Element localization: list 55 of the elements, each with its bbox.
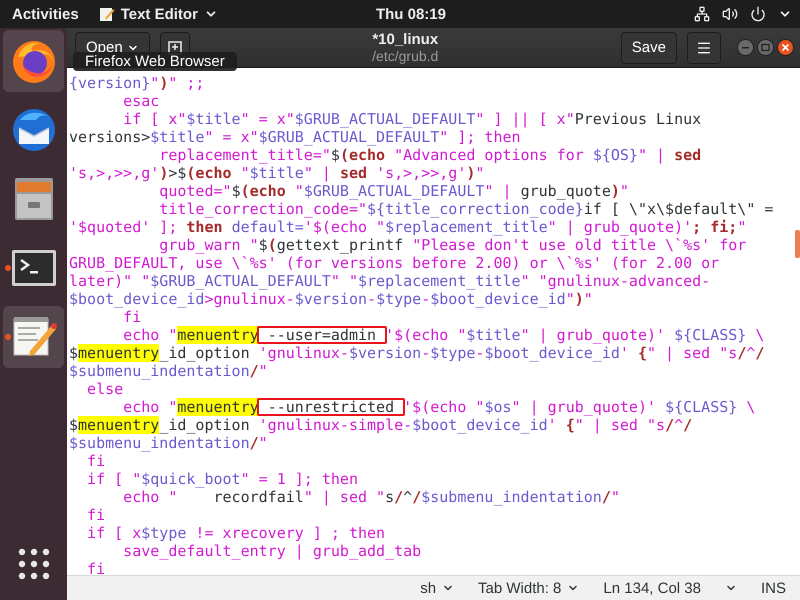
volume-icon[interactable]	[722, 6, 738, 22]
code-line: $menuentry_id_option 'gnulinux-simple-$boot_device_id' {" | sed "s/^/	[69, 416, 694, 434]
scrollbar[interactable]	[795, 230, 800, 258]
language-selector[interactable]: sh	[420, 580, 454, 596]
minimize-button[interactable]	[737, 39, 754, 56]
window-title: *10_linux	[372, 32, 438, 48]
code-line: versions>$title" = x"$GRUB_ACTUAL_DEFAULT" ]; then	[69, 128, 522, 146]
code-line: title_correction_code="${title_correction_code}if [ \"x\$default\" =	[158, 200, 774, 218]
code-line: fi	[86, 560, 106, 575]
app-menu[interactable]: Text Editor	[98, 6, 218, 22]
close-button[interactable]	[777, 39, 794, 56]
code-line: quoted="$(echo "$GRUB_ACTUAL_DEFAULT" | grub_quote)"	[158, 182, 630, 200]
insert-mode[interactable]: INS	[760, 580, 786, 596]
code-line: $submenu_indentation/"	[69, 362, 269, 380]
code-line: save_default_entry | grub_add_tab	[122, 542, 422, 560]
file-path: /etc/grub.d	[372, 48, 438, 64]
menu-button[interactable]	[687, 32, 721, 64]
code-line: {version}")" ;;	[69, 74, 206, 92]
code-line: grub_warn "$(gettext_printf "Please don't use old title \`%s' for	[158, 236, 748, 254]
dock-item[interactable]	[3, 306, 64, 368]
file-cabinet-icon	[12, 176, 54, 222]
code-line: esac	[122, 92, 160, 110]
code-line: fi	[86, 506, 106, 524]
tooltip: Firefox Web Browser	[73, 52, 237, 71]
notepad-icon	[98, 6, 115, 22]
close-icon	[781, 43, 790, 52]
dock-item[interactable]	[3, 30, 64, 92]
terminal-icon	[10, 249, 56, 287]
code-line: later)" "$GRUB_ACTUAL_DEFAULT" "$replacement_title" "gnulinux-advanced-	[69, 272, 712, 290]
code-line: '$quoted' ]; then default='$(echo "$replacement_title" | grub_quote)'; fi;"	[69, 218, 748, 236]
code-line: 's,>,>>,g')>$(echo "$title" | sed 's,>,>>,g')"	[69, 164, 486, 182]
cursor-position[interactable]: Ln 134, Col 38	[603, 580, 701, 596]
network-icon[interactable]	[694, 6, 710, 22]
maximize-icon	[761, 43, 770, 52]
code-line: echo "menuentry --unrestricted '$(echo "$os" | grub_quote)' ${CLASS} \	[122, 398, 756, 416]
code-line: else	[86, 380, 124, 398]
code-line: echo " recordfail" | sed "s/^/$submenu_indentation/"	[122, 488, 621, 506]
app-grid-icon[interactable]	[18, 548, 50, 580]
code-line: $menuentry_id_option 'gnulinux-$version-$type-$boot_device_id' {" | sed "s/^/	[69, 344, 766, 362]
code-line: if [ "$quick_boot" = 1 ]; then	[86, 470, 359, 488]
code-line: if [ x"$title" = x"$GRUB_ACTUAL_DEFAULT" ] || [ x"Previous Linux	[122, 110, 702, 128]
code-line: $submenu_indentation/"	[69, 434, 269, 452]
save-button[interactable]: Save	[620, 32, 677, 64]
clock[interactable]: Thu 08:19	[218, 6, 694, 22]
code-line: if [ x$type != xrecovery ] ; then	[86, 524, 386, 542]
code-line: GRUB_DEFAULT, use \`%s' (for versions before 2.00) or \`%s' (for 2.00 or	[69, 254, 720, 272]
code-line: fi	[86, 452, 106, 470]
code-line: echo "menuentry --user=admin '$(echo "$title" | grub_quote)' ${CLASS} \	[122, 326, 766, 344]
tab-width-selector[interactable]: Tab Width: 8	[478, 580, 580, 596]
code-line: fi	[122, 308, 142, 326]
power-icon[interactable]	[750, 6, 766, 22]
code-line: replacement_title="$(echo "Advanced options for ${OS}" | sed	[158, 146, 702, 164]
code-line: $boot_device_id>gnulinux-$version-$type-$boot_device_id")"	[69, 290, 594, 308]
activities-button[interactable]: Activities	[12, 6, 79, 22]
menu-icon	[696, 40, 712, 56]
